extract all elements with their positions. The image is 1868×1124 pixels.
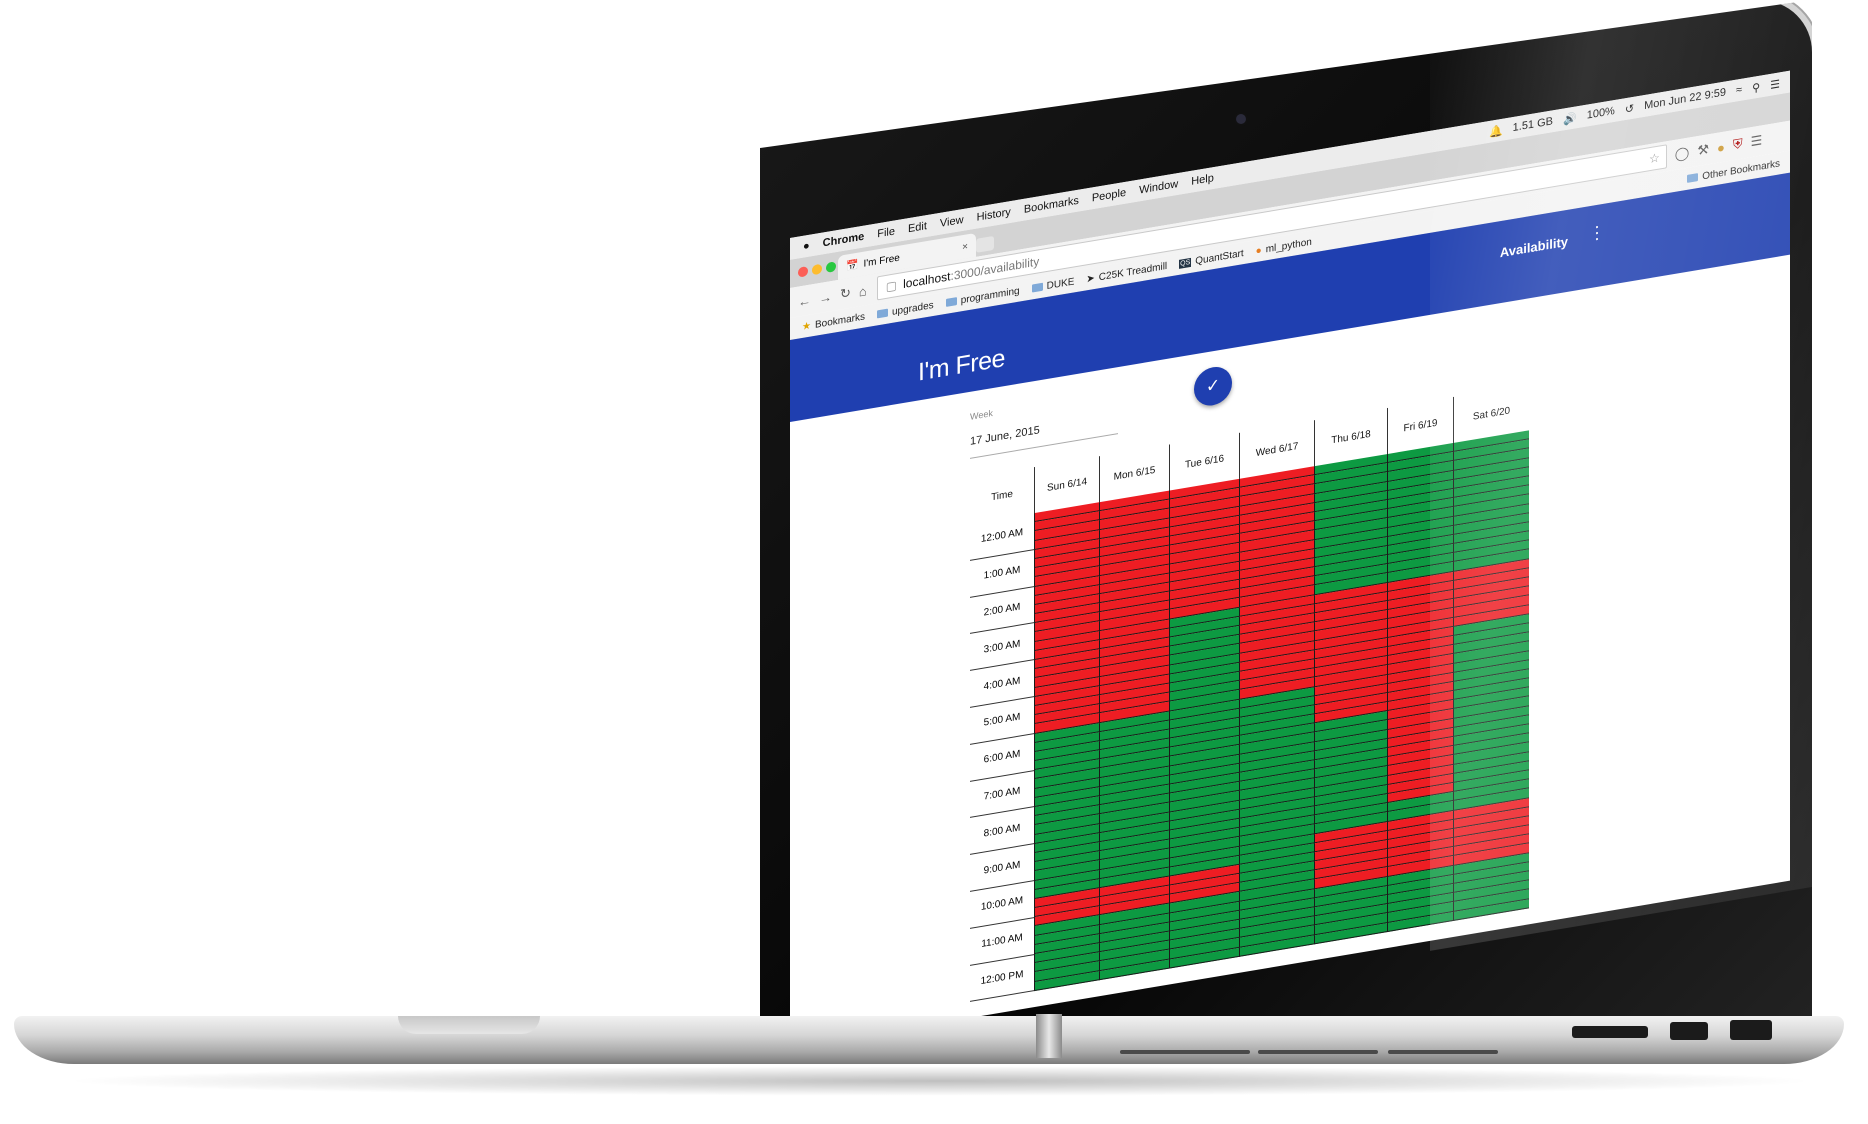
back-icon[interactable]: ← [798, 292, 811, 309]
runner-icon: ➤ [1086, 272, 1095, 285]
tab-title: I'm Free [863, 252, 900, 270]
menu-chrome[interactable]: Chrome [823, 231, 865, 250]
bookmark-star-icon[interactable]: ☆ [1649, 150, 1660, 166]
day-column [1034, 502, 1099, 991]
day-column [1239, 466, 1314, 957]
spotlight-icon[interactable]: ⚲ [1752, 80, 1760, 94]
menu-window[interactable]: Window [1139, 178, 1178, 197]
star-icon: ★ [802, 319, 811, 333]
pickaxe-icon[interactable]: ⚒ [1697, 141, 1709, 159]
vent [1120, 1050, 1250, 1054]
lid-opening-notch [398, 1016, 540, 1034]
week-picker[interactable]: 17 June, 2015 [970, 411, 1118, 459]
folder-icon [945, 297, 957, 307]
vent [1388, 1050, 1498, 1054]
url-host: localhost [903, 269, 951, 292]
calendar-favicon-icon: 📅 [846, 259, 859, 273]
usb-port [1730, 1020, 1772, 1040]
day-column [1387, 443, 1453, 932]
ghostery-icon[interactable]: ● [1717, 139, 1725, 155]
time-machine-icon[interactable]: ↺ [1625, 101, 1634, 116]
menu-help[interactable]: Help [1191, 172, 1214, 188]
page-icon: ▢ [885, 278, 898, 294]
reload-icon[interactable]: ↻ [840, 285, 851, 303]
notification-center-icon[interactable]: ☰ [1770, 77, 1780, 92]
wifi-icon[interactable]: ≈ [1736, 84, 1742, 97]
qs-icon: QS [1179, 257, 1192, 269]
apple-menu-icon[interactable]: ● [803, 240, 810, 253]
folder-icon [1031, 282, 1043, 293]
menu-file[interactable]: File [877, 225, 895, 240]
folder-icon [876, 308, 888, 319]
menu-edit[interactable]: Edit [908, 220, 927, 235]
screen-perspective: ● Chrome File Edit View History Bookmark… [790, 0, 1850, 1048]
jupyter-icon: ● [1255, 244, 1262, 257]
close-tab-icon[interactable]: × [962, 241, 968, 253]
day-column [1099, 490, 1169, 981]
hdmi-port [1670, 1022, 1708, 1040]
close-window-icon[interactable] [798, 265, 808, 278]
sd-card-slot [1572, 1026, 1648, 1038]
hinge [1036, 1014, 1062, 1058]
confirm-button[interactable]: ✓ [1194, 364, 1232, 409]
week-label: Week [970, 408, 993, 422]
bookmark-duke[interactable]: DUKE [1031, 276, 1074, 294]
nav-availability[interactable]: Availability [1500, 234, 1568, 260]
menu-history[interactable]: History [977, 206, 1011, 224]
day-column [1314, 454, 1387, 945]
chrome-menu-icon[interactable]: ☰ [1751, 132, 1763, 150]
home-icon[interactable]: ⌂ [859, 283, 867, 299]
bell-icon[interactable]: 🔔 [1489, 123, 1503, 138]
maximize-window-icon[interactable] [826, 261, 836, 273]
volume-icon[interactable]: 🔊 [1563, 111, 1577, 126]
day-column [1169, 478, 1239, 969]
laptop-shadow [60, 1066, 1820, 1096]
memory-readout: 1.51 GB [1512, 115, 1553, 135]
day-column [1453, 430, 1529, 921]
vent [1258, 1050, 1378, 1054]
minimize-window-icon[interactable] [812, 263, 822, 276]
extension-icon[interactable]: ◯ [1675, 145, 1690, 163]
availability-grid: Time Sun 6/14 Mon 6/15 Tue 6/16 Wed 6/17 Thu… [970, 384, 1529, 1003]
app-title: I'm Free [918, 344, 1005, 387]
new-tab-button[interactable] [976, 235, 994, 253]
menu-people[interactable]: People [1092, 187, 1126, 205]
screen: ● Chrome File Edit View History Bookmark… [790, 70, 1790, 1048]
more-vert-icon[interactable]: · · · [1594, 215, 1600, 248]
battery-readout[interactable]: 100% [1587, 105, 1615, 122]
forward-icon[interactable]: → [819, 288, 832, 305]
ublock-icon[interactable]: ⛨ [1733, 136, 1743, 154]
menu-view[interactable]: View [940, 214, 964, 230]
laptop-base [14, 1016, 1844, 1064]
folder-icon [1687, 173, 1699, 183]
grid-body: 12:00 AM 1:00 AM 2:00 AM 3:00 AM 4:00 AM 5:00… [970, 430, 1529, 1003]
time-column: 12:00 AM 1:00 AM 2:00 AM 3:00 AM 4:00 AM 5:00… [970, 513, 1034, 1003]
